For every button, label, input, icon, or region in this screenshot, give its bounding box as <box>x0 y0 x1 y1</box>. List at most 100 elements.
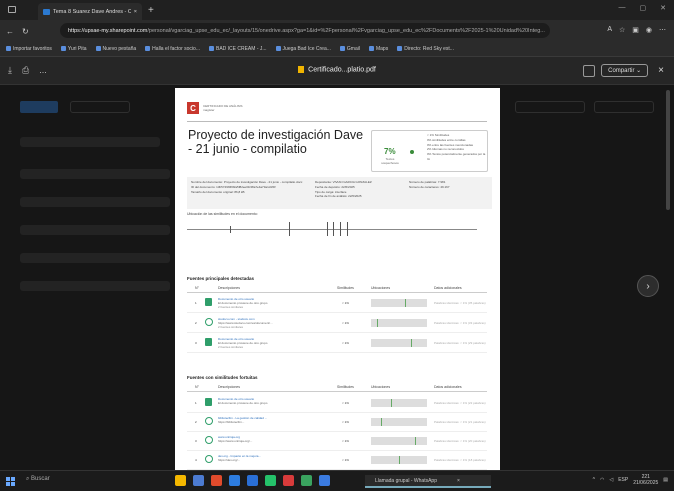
bookmarks-bar: Importar favoritos Yuri Pita Nuevo pesta… <box>0 42 674 57</box>
close-window-icon[interactable]: ✕ <box>660 4 666 12</box>
location-mark <box>327 222 328 236</box>
url-host: https://upsae-my.sharepoint.com <box>68 27 148 34</box>
table-row[interactable]: 1 Documento de otro usuario El documento … <box>187 394 487 413</box>
table-row[interactable]: 3 www.unirioja.org https://www.unirioja.o… <box>187 432 487 451</box>
column-header: Ubicaciones <box>371 385 391 389</box>
clock[interactable]: 221 21/06/2025 <box>633 474 658 486</box>
app-icon[interactable] <box>301 475 312 486</box>
header-line: magister <box>203 108 215 112</box>
taskbar: ⌕ Buscar Llamada grupal - WhatsApp × ^ ◠ … <box>0 470 674 491</box>
profile-icon[interactable]: ◉ <box>646 26 652 34</box>
background-row <box>20 137 160 147</box>
browser-toolbar-icons: A ☆ ▣ ◉ ⋯ <box>607 26 666 34</box>
column-header: Descripciones <box>218 286 240 290</box>
language-indicator[interactable]: ESP <box>618 477 628 483</box>
app-icon[interactable] <box>193 475 204 486</box>
tray-chevron-icon[interactable]: ^ <box>593 477 595 483</box>
comment-icon[interactable] <box>583 64 596 77</box>
divider <box>187 121 487 122</box>
scrollbar[interactable] <box>666 90 670 210</box>
location-bar <box>371 339 427 347</box>
table-row[interactable]: 2 bibliotecllm - La gestión de calidad .… <box>187 413 487 432</box>
system-tray: ^ ◠ ◁ ESP 221 21/06/2025 ▤ <box>593 474 668 486</box>
share-button[interactable]: Compartir ⌄ <box>601 64 649 77</box>
wifi-icon[interactable]: ◠ <box>600 477 604 483</box>
close-call-icon[interactable]: × <box>457 478 460 484</box>
similarity-dot <box>410 150 414 154</box>
bookmark-item[interactable]: Halla el factor socio... <box>145 46 200 52</box>
bookmark-item[interactable]: Juega Bad Ice Crea... <box>275 46 331 52</box>
windows-start-icon[interactable] <box>6 477 15 486</box>
read-aloud-icon[interactable]: A <box>607 26 612 34</box>
back-icon[interactable]: ← <box>6 27 14 36</box>
similarity-summary: 7% Textos sospechosos < 1% Similitudes 0… <box>371 130 488 172</box>
table-row[interactable]: 1 Documento de otro usuario El documento … <box>187 294 487 313</box>
refresh-icon[interactable]: ↻ <box>22 27 29 36</box>
app-icon[interactable] <box>319 475 330 486</box>
table-row[interactable]: 2 studocu.com - studocu.com https://www.s… <box>187 314 487 333</box>
tab-actions-icon[interactable] <box>8 6 16 13</box>
column-header: Descripciones <box>218 385 240 389</box>
whatsapp-call-button[interactable]: Llamada grupal - WhatsApp × <box>365 475 491 488</box>
bookmark-item[interactable]: BAD ICE CREAM - J... <box>208 46 267 52</box>
bookmark-item[interactable]: Yuri Pita <box>60 46 87 52</box>
document-metadata: Nombre del documento: Proyecto de invest… <box>187 177 492 209</box>
location-label: Ubicación de las similitudes en el docum… <box>187 212 258 216</box>
location-bar <box>371 299 427 307</box>
whatsapp-icon[interactable] <box>265 475 276 486</box>
meta-line: Número de caracteres: 49.167 <box>409 184 450 189</box>
file-explorer-icon[interactable] <box>175 475 186 486</box>
location-mark <box>333 222 334 236</box>
taskbar-search[interactable]: ⌕ Buscar <box>26 476 50 483</box>
browser-tab[interactable]: Tema 8 Suarez Dave Andres - Co... × <box>38 3 142 20</box>
table-header: N° Descripciones Similitudes Ubicaciones… <box>187 383 487 392</box>
location-bar <box>371 319 427 327</box>
url-field[interactable]: https://upsae-my.sharepoint.com/personal… <box>60 23 550 38</box>
column-header: Ubicaciones <box>371 286 391 290</box>
next-file-button[interactable]: › <box>637 275 659 297</box>
location-bar <box>371 437 427 445</box>
similarity-percent: 7% <box>384 147 396 156</box>
chrome-icon[interactable] <box>211 475 222 486</box>
extensions-icon[interactable]: ▣ <box>632 26 639 34</box>
file-name: Certificado...platio.pdf <box>0 66 674 73</box>
location-mark <box>230 226 231 233</box>
new-tab-button[interactable]: + <box>148 5 154 16</box>
maximize-icon[interactable]: ▢ <box>640 4 647 12</box>
favorite-star-icon[interactable]: ☆ <box>619 26 625 34</box>
close-viewer-icon[interactable]: × <box>658 65 664 76</box>
close-tab-icon[interactable]: × <box>134 9 137 15</box>
location-bar <box>371 456 427 464</box>
document-icon <box>205 398 212 406</box>
background-row <box>20 281 170 291</box>
url-path: /personal/vgarciag_upse_edu_ec/_layouts/… <box>147 27 545 34</box>
column-header: Datos adicionales <box>434 286 462 290</box>
table-row[interactable]: 4 dev.org - Impacto en la mejora... https… <box>187 451 487 470</box>
bookmark-item[interactable]: Directo: Red Sky est... <box>397 46 454 52</box>
section-title: Fuentes principales detectadas <box>187 276 255 281</box>
similarity-label: Textos sospechosos <box>381 157 399 165</box>
column-header: Similitudes <box>337 385 354 389</box>
more-icon[interactable]: ⋯ <box>659 26 666 34</box>
word-icon[interactable] <box>247 475 258 486</box>
column-header: N° <box>195 286 199 290</box>
background-button <box>594 101 654 113</box>
bookmark-item[interactable]: Nuevo pestaña <box>95 46 136 52</box>
taskbar-apps <box>175 475 330 486</box>
location-bar <box>371 418 427 426</box>
background-button <box>515 101 585 113</box>
notifications-icon[interactable]: ▤ <box>663 477 668 483</box>
table-row[interactable]: 3 Documento de otro usuario El documento … <box>187 334 487 353</box>
volume-icon[interactable]: ◁ <box>609 477 613 483</box>
minimize-icon[interactable]: — <box>619 4 626 12</box>
app-icon[interactable] <box>283 475 294 486</box>
edge-icon[interactable] <box>229 475 240 486</box>
background-row <box>20 253 170 263</box>
bookmark-item[interactable]: Maps <box>368 46 388 52</box>
background-primary-button <box>20 101 58 113</box>
pdf-page: C CERTIFICADO DE ANÁLISIS magister Proyec… <box>175 88 500 470</box>
web-icon <box>205 417 213 425</box>
bookmark-item[interactable]: Importar favoritos <box>6 46 52 52</box>
bookmark-item[interactable]: Gmail <box>339 46 360 52</box>
background-button <box>70 101 130 113</box>
